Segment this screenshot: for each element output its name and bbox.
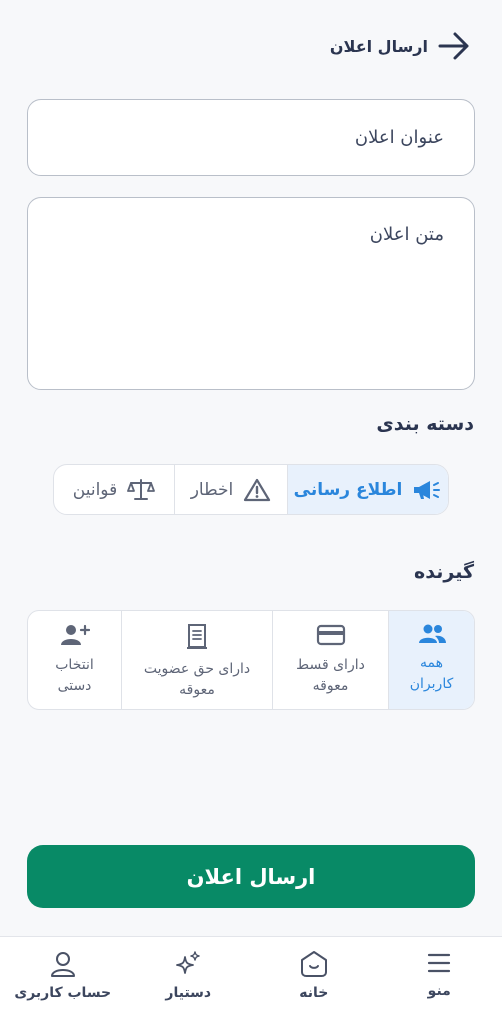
recipient-label: گیرنده [414, 561, 474, 583]
category-option-label: اخطار [190, 479, 234, 500]
category-selector: اطلاع رسانی اخطار قوانین [53, 464, 449, 515]
sparkle-icon [176, 951, 200, 974]
users-icon [418, 624, 446, 643]
nav-label: حساب کاربری [14, 985, 112, 1001]
recipient-option-label: کاربران [409, 676, 454, 692]
category-option-warning[interactable]: اخطار [174, 465, 287, 514]
recipient-option-label: همه [420, 655, 443, 671]
recipient-option-label: دستی [57, 678, 92, 694]
recipient-option-label: انتخاب [55, 657, 94, 673]
notification-body-input[interactable] [27, 197, 475, 390]
arrow-right-icon [438, 32, 469, 60]
receipt-icon [187, 624, 207, 649]
nav-item-menu[interactable]: منو [377, 937, 502, 1024]
send-notification-screen: ارسال اعلان دسته بندی اطلاع رسانی اخطار [0, 0, 502, 1024]
recipient-option-overdue-membership[interactable]: دارای حق عضویت معوقه [121, 611, 272, 709]
nav-label: دستیار [165, 985, 212, 1001]
nav-label: منو [427, 983, 451, 999]
nav-label: خانه [299, 985, 329, 1001]
nav-item-account[interactable]: حساب کاربری [0, 937, 126, 1024]
page-title: ارسال اعلان [329, 36, 428, 56]
recipient-option-all-users[interactable]: همه کاربران [388, 611, 474, 709]
recipient-option-manual[interactable]: انتخاب دستی [28, 611, 121, 709]
credit-card-icon [316, 624, 345, 646]
home-icon [300, 951, 327, 977]
recipient-option-label: دارای قسط [296, 657, 365, 673]
category-option-rules[interactable]: قوانین [54, 465, 174, 514]
nav-item-assistant[interactable]: دستیار [126, 937, 252, 1024]
bottom-navigation: منو خانه دستیار حساب کاربری [0, 936, 502, 1024]
category-option-info[interactable]: اطلاع رسانی [287, 465, 448, 514]
category-option-label: قوانین [72, 479, 118, 500]
category-option-label: اطلاع رسانی [293, 479, 403, 500]
megaphone-icon [414, 480, 441, 499]
back-button[interactable] [434, 26, 474, 66]
warning-icon [244, 478, 271, 501]
scales-icon [127, 478, 156, 500]
recipient-option-label: معوقه [312, 678, 349, 694]
recipient-option-label: معوقه [179, 682, 215, 698]
add-user-icon [60, 624, 90, 645]
app-header: ارسال اعلان [0, 24, 502, 68]
category-label: دسته بندی [376, 413, 474, 435]
recipient-selector: همه کاربران دارای قسط معوقه دارای حق عضو… [27, 610, 475, 710]
menu-icon [428, 953, 451, 973]
notification-title-input[interactable] [27, 99, 475, 176]
recipient-option-label: دارای حق عضویت [143, 661, 251, 677]
nav-item-home[interactable]: خانه [251, 937, 377, 1024]
send-notification-button[interactable]: ارسال اعلان [27, 845, 475, 908]
recipient-option-overdue-installment[interactable]: دارای قسط معوقه [272, 611, 388, 709]
user-icon [50, 952, 75, 977]
